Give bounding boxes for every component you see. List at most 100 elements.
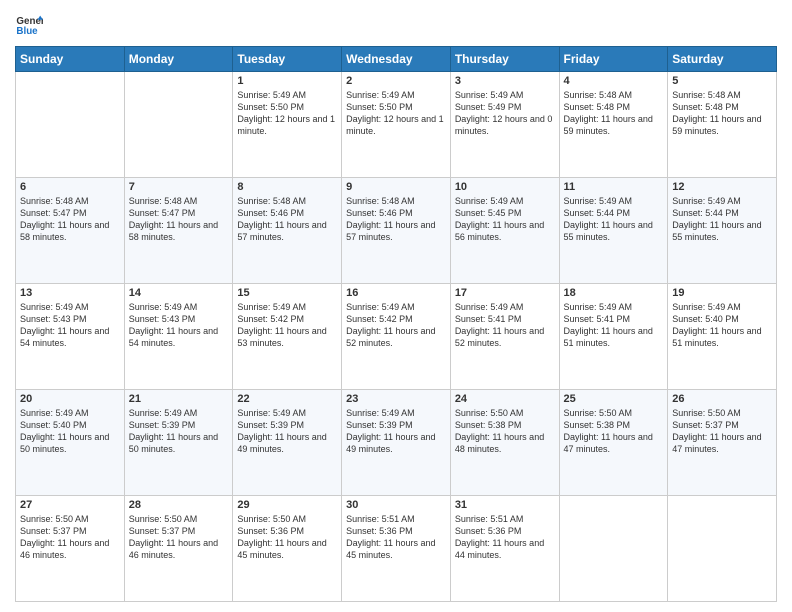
cell-details: Sunrise: 5:49 AMSunset: 5:41 PMDaylight:… [564, 301, 664, 350]
day-number: 19 [672, 287, 772, 299]
calendar-cell: 29 Sunrise: 5:50 AMSunset: 5:36 PMDaylig… [233, 496, 342, 602]
calendar-cell: 6 Sunrise: 5:48 AMSunset: 5:47 PMDayligh… [16, 178, 125, 284]
day-number: 21 [129, 393, 229, 405]
header: General Blue [15, 10, 777, 38]
calendar-cell: 30 Sunrise: 5:51 AMSunset: 5:36 PMDaylig… [342, 496, 451, 602]
calendar-week-5: 27 Sunrise: 5:50 AMSunset: 5:37 PMDaylig… [16, 496, 777, 602]
day-number: 13 [20, 287, 120, 299]
cell-details: Sunrise: 5:49 AMSunset: 5:41 PMDaylight:… [455, 301, 555, 350]
weekday-header-row: SundayMondayTuesdayWednesdayThursdayFrid… [16, 47, 777, 72]
day-number: 17 [455, 287, 555, 299]
cell-details: Sunrise: 5:49 AMSunset: 5:40 PMDaylight:… [672, 301, 772, 350]
day-number: 18 [564, 287, 664, 299]
calendar-cell: 13 Sunrise: 5:49 AMSunset: 5:43 PMDaylig… [16, 284, 125, 390]
day-number: 7 [129, 181, 229, 193]
cell-details: Sunrise: 5:49 AMSunset: 5:43 PMDaylight:… [129, 301, 229, 350]
calendar-cell: 20 Sunrise: 5:49 AMSunset: 5:40 PMDaylig… [16, 390, 125, 496]
calendar-cell: 27 Sunrise: 5:50 AMSunset: 5:37 PMDaylig… [16, 496, 125, 602]
cell-details: Sunrise: 5:49 AMSunset: 5:45 PMDaylight:… [455, 195, 555, 244]
calendar-cell: 11 Sunrise: 5:49 AMSunset: 5:44 PMDaylig… [559, 178, 668, 284]
day-number: 26 [672, 393, 772, 405]
weekday-header-sunday: Sunday [16, 47, 125, 72]
cell-details: Sunrise: 5:50 AMSunset: 5:37 PMDaylight:… [20, 513, 120, 562]
weekday-header-wednesday: Wednesday [342, 47, 451, 72]
weekday-header-friday: Friday [559, 47, 668, 72]
calendar-cell: 22 Sunrise: 5:49 AMSunset: 5:39 PMDaylig… [233, 390, 342, 496]
day-number: 28 [129, 499, 229, 511]
cell-details: Sunrise: 5:50 AMSunset: 5:38 PMDaylight:… [564, 407, 664, 456]
calendar-cell: 14 Sunrise: 5:49 AMSunset: 5:43 PMDaylig… [124, 284, 233, 390]
calendar-cell: 4 Sunrise: 5:48 AMSunset: 5:48 PMDayligh… [559, 72, 668, 178]
svg-text:Blue: Blue [16, 26, 38, 37]
calendar-week-1: 1 Sunrise: 5:49 AMSunset: 5:50 PMDayligh… [16, 72, 777, 178]
calendar-cell: 31 Sunrise: 5:51 AMSunset: 5:36 PMDaylig… [450, 496, 559, 602]
day-number: 29 [237, 499, 337, 511]
calendar-cell: 21 Sunrise: 5:49 AMSunset: 5:39 PMDaylig… [124, 390, 233, 496]
calendar-cell [668, 496, 777, 602]
calendar-week-4: 20 Sunrise: 5:49 AMSunset: 5:40 PMDaylig… [16, 390, 777, 496]
day-number: 24 [455, 393, 555, 405]
calendar-cell: 10 Sunrise: 5:49 AMSunset: 5:45 PMDaylig… [450, 178, 559, 284]
cell-details: Sunrise: 5:48 AMSunset: 5:48 PMDaylight:… [672, 89, 772, 138]
calendar-cell: 1 Sunrise: 5:49 AMSunset: 5:50 PMDayligh… [233, 72, 342, 178]
cell-details: Sunrise: 5:49 AMSunset: 5:43 PMDaylight:… [20, 301, 120, 350]
cell-details: Sunrise: 5:51 AMSunset: 5:36 PMDaylight:… [346, 513, 446, 562]
calendar-cell: 5 Sunrise: 5:48 AMSunset: 5:48 PMDayligh… [668, 72, 777, 178]
day-number: 9 [346, 181, 446, 193]
logo: General Blue [15, 10, 47, 38]
day-number: 27 [20, 499, 120, 511]
calendar-cell: 28 Sunrise: 5:50 AMSunset: 5:37 PMDaylig… [124, 496, 233, 602]
day-number: 20 [20, 393, 120, 405]
cell-details: Sunrise: 5:49 AMSunset: 5:39 PMDaylight:… [346, 407, 446, 456]
calendar-cell: 15 Sunrise: 5:49 AMSunset: 5:42 PMDaylig… [233, 284, 342, 390]
calendar-cell: 19 Sunrise: 5:49 AMSunset: 5:40 PMDaylig… [668, 284, 777, 390]
cell-details: Sunrise: 5:49 AMSunset: 5:49 PMDaylight:… [455, 89, 555, 138]
day-number: 22 [237, 393, 337, 405]
calendar-cell: 23 Sunrise: 5:49 AMSunset: 5:39 PMDaylig… [342, 390, 451, 496]
cell-details: Sunrise: 5:49 AMSunset: 5:39 PMDaylight:… [129, 407, 229, 456]
day-number: 16 [346, 287, 446, 299]
cell-details: Sunrise: 5:48 AMSunset: 5:46 PMDaylight:… [346, 195, 446, 244]
cell-details: Sunrise: 5:49 AMSunset: 5:39 PMDaylight:… [237, 407, 337, 456]
calendar-cell: 24 Sunrise: 5:50 AMSunset: 5:38 PMDaylig… [450, 390, 559, 496]
day-number: 10 [455, 181, 555, 193]
day-number: 31 [455, 499, 555, 511]
calendar-cell: 26 Sunrise: 5:50 AMSunset: 5:37 PMDaylig… [668, 390, 777, 496]
day-number: 4 [564, 75, 664, 87]
page: General Blue SundayMondayTuesdayWednesda… [0, 0, 792, 612]
calendar-cell: 2 Sunrise: 5:49 AMSunset: 5:50 PMDayligh… [342, 72, 451, 178]
calendar-cell [16, 72, 125, 178]
calendar-cell: 25 Sunrise: 5:50 AMSunset: 5:38 PMDaylig… [559, 390, 668, 496]
day-number: 5 [672, 75, 772, 87]
cell-details: Sunrise: 5:49 AMSunset: 5:50 PMDaylight:… [237, 89, 337, 138]
day-number: 14 [129, 287, 229, 299]
cell-details: Sunrise: 5:49 AMSunset: 5:44 PMDaylight:… [564, 195, 664, 244]
cell-details: Sunrise: 5:49 AMSunset: 5:42 PMDaylight:… [346, 301, 446, 350]
calendar-cell: 9 Sunrise: 5:48 AMSunset: 5:46 PMDayligh… [342, 178, 451, 284]
day-number: 1 [237, 75, 337, 87]
cell-details: Sunrise: 5:48 AMSunset: 5:47 PMDaylight:… [129, 195, 229, 244]
day-number: 12 [672, 181, 772, 193]
calendar-cell: 3 Sunrise: 5:49 AMSunset: 5:49 PMDayligh… [450, 72, 559, 178]
weekday-header-tuesday: Tuesday [233, 47, 342, 72]
cell-details: Sunrise: 5:50 AMSunset: 5:37 PMDaylight:… [672, 407, 772, 456]
calendar-week-3: 13 Sunrise: 5:49 AMSunset: 5:43 PMDaylig… [16, 284, 777, 390]
day-number: 25 [564, 393, 664, 405]
cell-details: Sunrise: 5:50 AMSunset: 5:36 PMDaylight:… [237, 513, 337, 562]
day-number: 15 [237, 287, 337, 299]
calendar-cell: 16 Sunrise: 5:49 AMSunset: 5:42 PMDaylig… [342, 284, 451, 390]
cell-details: Sunrise: 5:48 AMSunset: 5:48 PMDaylight:… [564, 89, 664, 138]
cell-details: Sunrise: 5:49 AMSunset: 5:40 PMDaylight:… [20, 407, 120, 456]
cell-details: Sunrise: 5:51 AMSunset: 5:36 PMDaylight:… [455, 513, 555, 562]
calendar-week-2: 6 Sunrise: 5:48 AMSunset: 5:47 PMDayligh… [16, 178, 777, 284]
weekday-header-thursday: Thursday [450, 47, 559, 72]
calendar-table: SundayMondayTuesdayWednesdayThursdayFrid… [15, 46, 777, 602]
cell-details: Sunrise: 5:48 AMSunset: 5:47 PMDaylight:… [20, 195, 120, 244]
calendar-cell: 18 Sunrise: 5:49 AMSunset: 5:41 PMDaylig… [559, 284, 668, 390]
calendar-cell: 12 Sunrise: 5:49 AMSunset: 5:44 PMDaylig… [668, 178, 777, 284]
day-number: 30 [346, 499, 446, 511]
day-number: 23 [346, 393, 446, 405]
cell-details: Sunrise: 5:50 AMSunset: 5:38 PMDaylight:… [455, 407, 555, 456]
calendar-cell: 7 Sunrise: 5:48 AMSunset: 5:47 PMDayligh… [124, 178, 233, 284]
day-number: 3 [455, 75, 555, 87]
